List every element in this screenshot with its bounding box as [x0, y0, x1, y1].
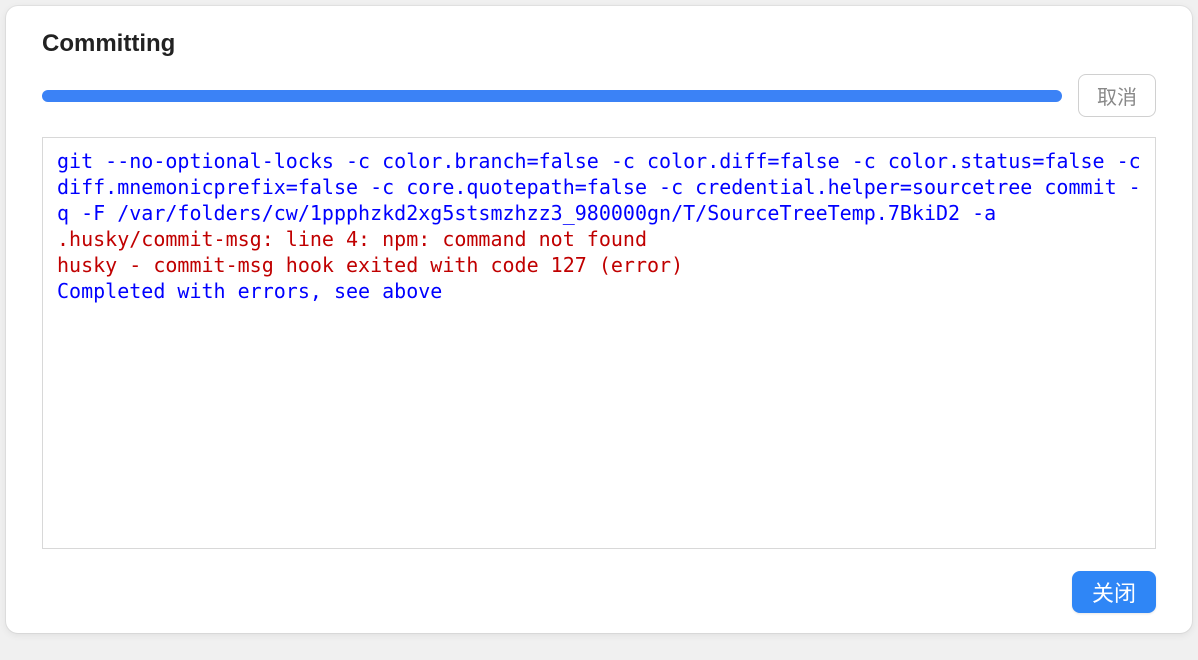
dialog-title: Committing	[6, 6, 1192, 74]
cancel-button[interactable]: 取消	[1078, 74, 1156, 117]
progress-bar	[42, 90, 1062, 102]
progress-row: 取消	[6, 74, 1192, 117]
dialog-footer: 关闭	[6, 549, 1192, 613]
output-completion: Completed with errors, see above	[57, 279, 442, 303]
output-log[interactable]: git --no-optional-locks -c color.branch=…	[42, 137, 1156, 549]
commit-dialog: Committing 取消 git --no-optional-locks -c…	[6, 6, 1192, 633]
output-error-line: .husky/commit-msg: line 4: npm: command …	[57, 227, 647, 251]
close-button[interactable]: 关闭	[1072, 571, 1156, 613]
output-command: git --no-optional-locks -c color.branch=…	[57, 149, 1153, 225]
output-error-line: husky - commit-msg hook exited with code…	[57, 253, 683, 277]
